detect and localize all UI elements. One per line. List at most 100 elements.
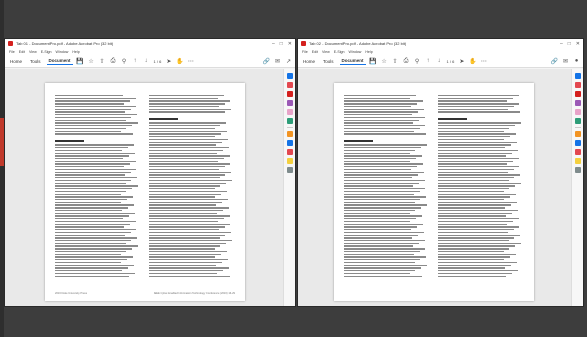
rail-tool-icon[interactable] bbox=[574, 100, 581, 106]
page-indicator[interactable]: 1 / 6 bbox=[154, 59, 162, 64]
rail-tool-icon[interactable] bbox=[574, 131, 581, 137]
text-line bbox=[344, 199, 421, 201]
pdf-page[interactable] bbox=[334, 83, 534, 301]
rail-tool-icon[interactable] bbox=[574, 140, 581, 146]
rail-tool-icon[interactable] bbox=[574, 109, 581, 115]
link-icon[interactable]: 🔗 bbox=[551, 58, 558, 65]
hand-icon[interactable]: ✋ bbox=[176, 58, 183, 65]
menu-edit[interactable]: Edit bbox=[19, 50, 25, 54]
text-line bbox=[344, 231, 424, 234]
menu-esign[interactable]: E-Sign bbox=[41, 50, 52, 54]
rail-tool-icon[interactable] bbox=[286, 73, 293, 79]
rail-tool-icon[interactable] bbox=[574, 91, 581, 97]
text-line bbox=[438, 209, 518, 212]
text-line bbox=[344, 245, 413, 247]
tools-rail bbox=[571, 69, 583, 306]
text-line bbox=[344, 136, 428, 137]
hand-icon[interactable]: ✋ bbox=[469, 58, 476, 65]
menu-help[interactable]: Help bbox=[365, 50, 372, 54]
menu-window[interactable]: Window bbox=[56, 50, 69, 54]
page-nav-up-icon[interactable]: ↑ bbox=[425, 58, 432, 65]
tab-document[interactable]: Document bbox=[46, 57, 73, 65]
tab-document[interactable]: Document bbox=[339, 57, 366, 65]
search-icon[interactable]: ⚲ bbox=[414, 58, 421, 65]
page-nav-down-icon[interactable]: ↓ bbox=[143, 58, 150, 65]
page-view[interactable] bbox=[298, 69, 571, 306]
text-line bbox=[55, 218, 124, 220]
rail-tool-icon[interactable] bbox=[286, 100, 293, 106]
print-icon[interactable]: ⎙ bbox=[403, 58, 410, 65]
menu-file[interactable]: File bbox=[9, 50, 15, 54]
rail-tool-icon[interactable] bbox=[286, 118, 293, 124]
text-line bbox=[55, 190, 127, 193]
close-button[interactable]: ✕ bbox=[576, 41, 580, 47]
menu-window[interactable]: Window bbox=[349, 50, 362, 54]
rail-tool-icon[interactable] bbox=[286, 140, 293, 146]
select-icon[interactable]: ➤ bbox=[165, 58, 172, 65]
link-icon[interactable]: 🔗 bbox=[263, 58, 270, 65]
search-icon[interactable]: ⚲ bbox=[121, 58, 128, 65]
text-line bbox=[344, 103, 418, 105]
page-nav-down-icon[interactable]: ↓ bbox=[436, 58, 443, 65]
page-indicator[interactable]: 1 / 6 bbox=[447, 59, 455, 64]
rail-tool-icon[interactable] bbox=[574, 158, 581, 164]
menu-help[interactable]: Help bbox=[72, 50, 79, 54]
menu-file[interactable]: File bbox=[302, 50, 308, 54]
text-line bbox=[344, 209, 416, 212]
menu-edit[interactable]: Edit bbox=[312, 50, 318, 54]
maximize-button[interactable]: □ bbox=[280, 41, 283, 47]
tab-tools[interactable]: Tools bbox=[321, 58, 336, 65]
rail-tool-icon[interactable] bbox=[286, 131, 293, 137]
upload-icon[interactable]: ⇧ bbox=[392, 58, 399, 65]
text-line bbox=[55, 201, 122, 204]
rail-tool-icon[interactable] bbox=[286, 82, 293, 88]
menu-view[interactable]: View bbox=[29, 50, 37, 54]
rail-tool-icon[interactable] bbox=[574, 149, 581, 155]
star-icon[interactable]: ☆ bbox=[88, 58, 95, 65]
title-bar[interactable]: Tab 02 - DocumentPro.pdf - Adobe Acrobat… bbox=[298, 39, 583, 48]
rail-tool-icon[interactable] bbox=[286, 158, 293, 164]
print-icon[interactable]: ⎙ bbox=[110, 58, 117, 65]
rail-tool-icon[interactable] bbox=[286, 167, 293, 173]
minimize-button[interactable]: – bbox=[272, 41, 275, 47]
rail-tool-icon[interactable] bbox=[286, 109, 293, 115]
rail-tool-icon[interactable] bbox=[574, 82, 581, 88]
maximize-button[interactable]: □ bbox=[568, 41, 571, 47]
tab-home[interactable]: Home bbox=[8, 58, 24, 65]
mail-icon[interactable]: ✉ bbox=[274, 58, 281, 65]
tab-home[interactable]: Home bbox=[301, 58, 317, 65]
tab-tools[interactable]: Tools bbox=[28, 58, 43, 65]
mail-icon[interactable]: ✉ bbox=[562, 58, 569, 65]
text-line bbox=[344, 212, 410, 214]
text-line bbox=[55, 147, 129, 149]
document-area bbox=[298, 69, 583, 306]
save-icon[interactable]: 💾 bbox=[369, 58, 376, 65]
menu-esign[interactable]: E-Sign bbox=[334, 50, 345, 54]
text-line bbox=[344, 201, 415, 204]
share-icon[interactable]: ↗ bbox=[285, 58, 292, 65]
save-icon[interactable]: 💾 bbox=[76, 58, 83, 65]
more-icon[interactable]: ⋯ bbox=[480, 58, 487, 65]
text-line bbox=[55, 231, 131, 234]
user-icon[interactable]: ● bbox=[573, 58, 580, 65]
rail-tool-icon[interactable] bbox=[286, 149, 293, 155]
page-nav-up-icon[interactable]: ↑ bbox=[132, 58, 139, 65]
select-icon[interactable]: ➤ bbox=[458, 58, 465, 65]
text-line bbox=[149, 103, 225, 105]
rail-tool-icon[interactable] bbox=[574, 118, 581, 124]
text-line bbox=[438, 147, 506, 149]
page-view[interactable]: 2016 Duke University Press IEEE Cyber-En… bbox=[5, 69, 283, 306]
rail-tool-icon[interactable] bbox=[574, 73, 581, 79]
rail-tool-icon[interactable] bbox=[574, 167, 581, 173]
upload-icon[interactable]: ⇧ bbox=[99, 58, 106, 65]
menu-view[interactable]: View bbox=[322, 50, 330, 54]
more-icon[interactable]: ⋯ bbox=[187, 58, 194, 65]
pdf-page[interactable]: 2016 Duke University Press IEEE Cyber-En… bbox=[45, 83, 245, 301]
text-line bbox=[344, 256, 427, 258]
close-button[interactable]: ✕ bbox=[288, 41, 292, 47]
rail-tool-icon[interactable] bbox=[286, 91, 293, 97]
text-line bbox=[149, 218, 224, 220]
minimize-button[interactable]: – bbox=[560, 41, 563, 47]
title-bar[interactable]: Tab 01 - DocumentPro.pdf - Adobe Acrobat… bbox=[5, 39, 295, 48]
star-icon[interactable]: ☆ bbox=[381, 58, 388, 65]
